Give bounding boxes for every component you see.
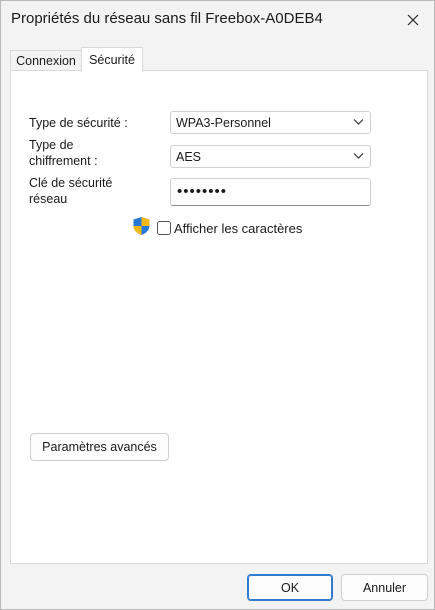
window-title: Propriétés du réseau sans fil Freebox-A0… [11, 10, 323, 27]
encryption-type-label-line2: chiffrement : [29, 154, 98, 168]
close-button[interactable] [399, 7, 427, 33]
advanced-settings-button[interactable]: Paramètres avancés [30, 433, 169, 461]
security-panel: Type de sécurité : WPA3-Personnel Type d… [10, 70, 428, 564]
close-icon [407, 14, 419, 26]
uac-shield-icon [133, 217, 150, 235]
encryption-type-select[interactable]: AES [170, 145, 371, 168]
chevron-down-icon [353, 153, 364, 159]
ok-button[interactable]: OK [247, 574, 333, 601]
cancel-button[interactable]: Annuler [341, 574, 428, 601]
security-type-label: Type de sécurité : [29, 116, 128, 130]
encryption-type-label-line1: Type de [29, 138, 74, 152]
network-key-label-line2: réseau [29, 192, 68, 206]
network-key-label-line1: Clé de sécurité [29, 176, 113, 190]
encryption-type-value: AES [176, 150, 202, 164]
chevron-down-icon [353, 119, 364, 125]
tab-connexion[interactable]: Connexion [10, 50, 82, 71]
network-properties-dialog: Propriétés du réseau sans fil Freebox-A0… [0, 0, 435, 610]
show-characters-checkbox[interactable] [157, 221, 171, 235]
network-key-input[interactable]: •••••••• [170, 178, 371, 206]
security-type-select[interactable]: WPA3-Personnel [170, 111, 371, 134]
show-characters-label[interactable]: Afficher les caractères [174, 222, 302, 236]
tab-securite[interactable]: Sécurité [81, 47, 143, 72]
security-type-value: WPA3-Personnel [176, 116, 271, 130]
title-bar: Propriétés du réseau sans fil Freebox-A0… [1, 1, 434, 39]
network-key-value: •••••••• [177, 183, 228, 200]
